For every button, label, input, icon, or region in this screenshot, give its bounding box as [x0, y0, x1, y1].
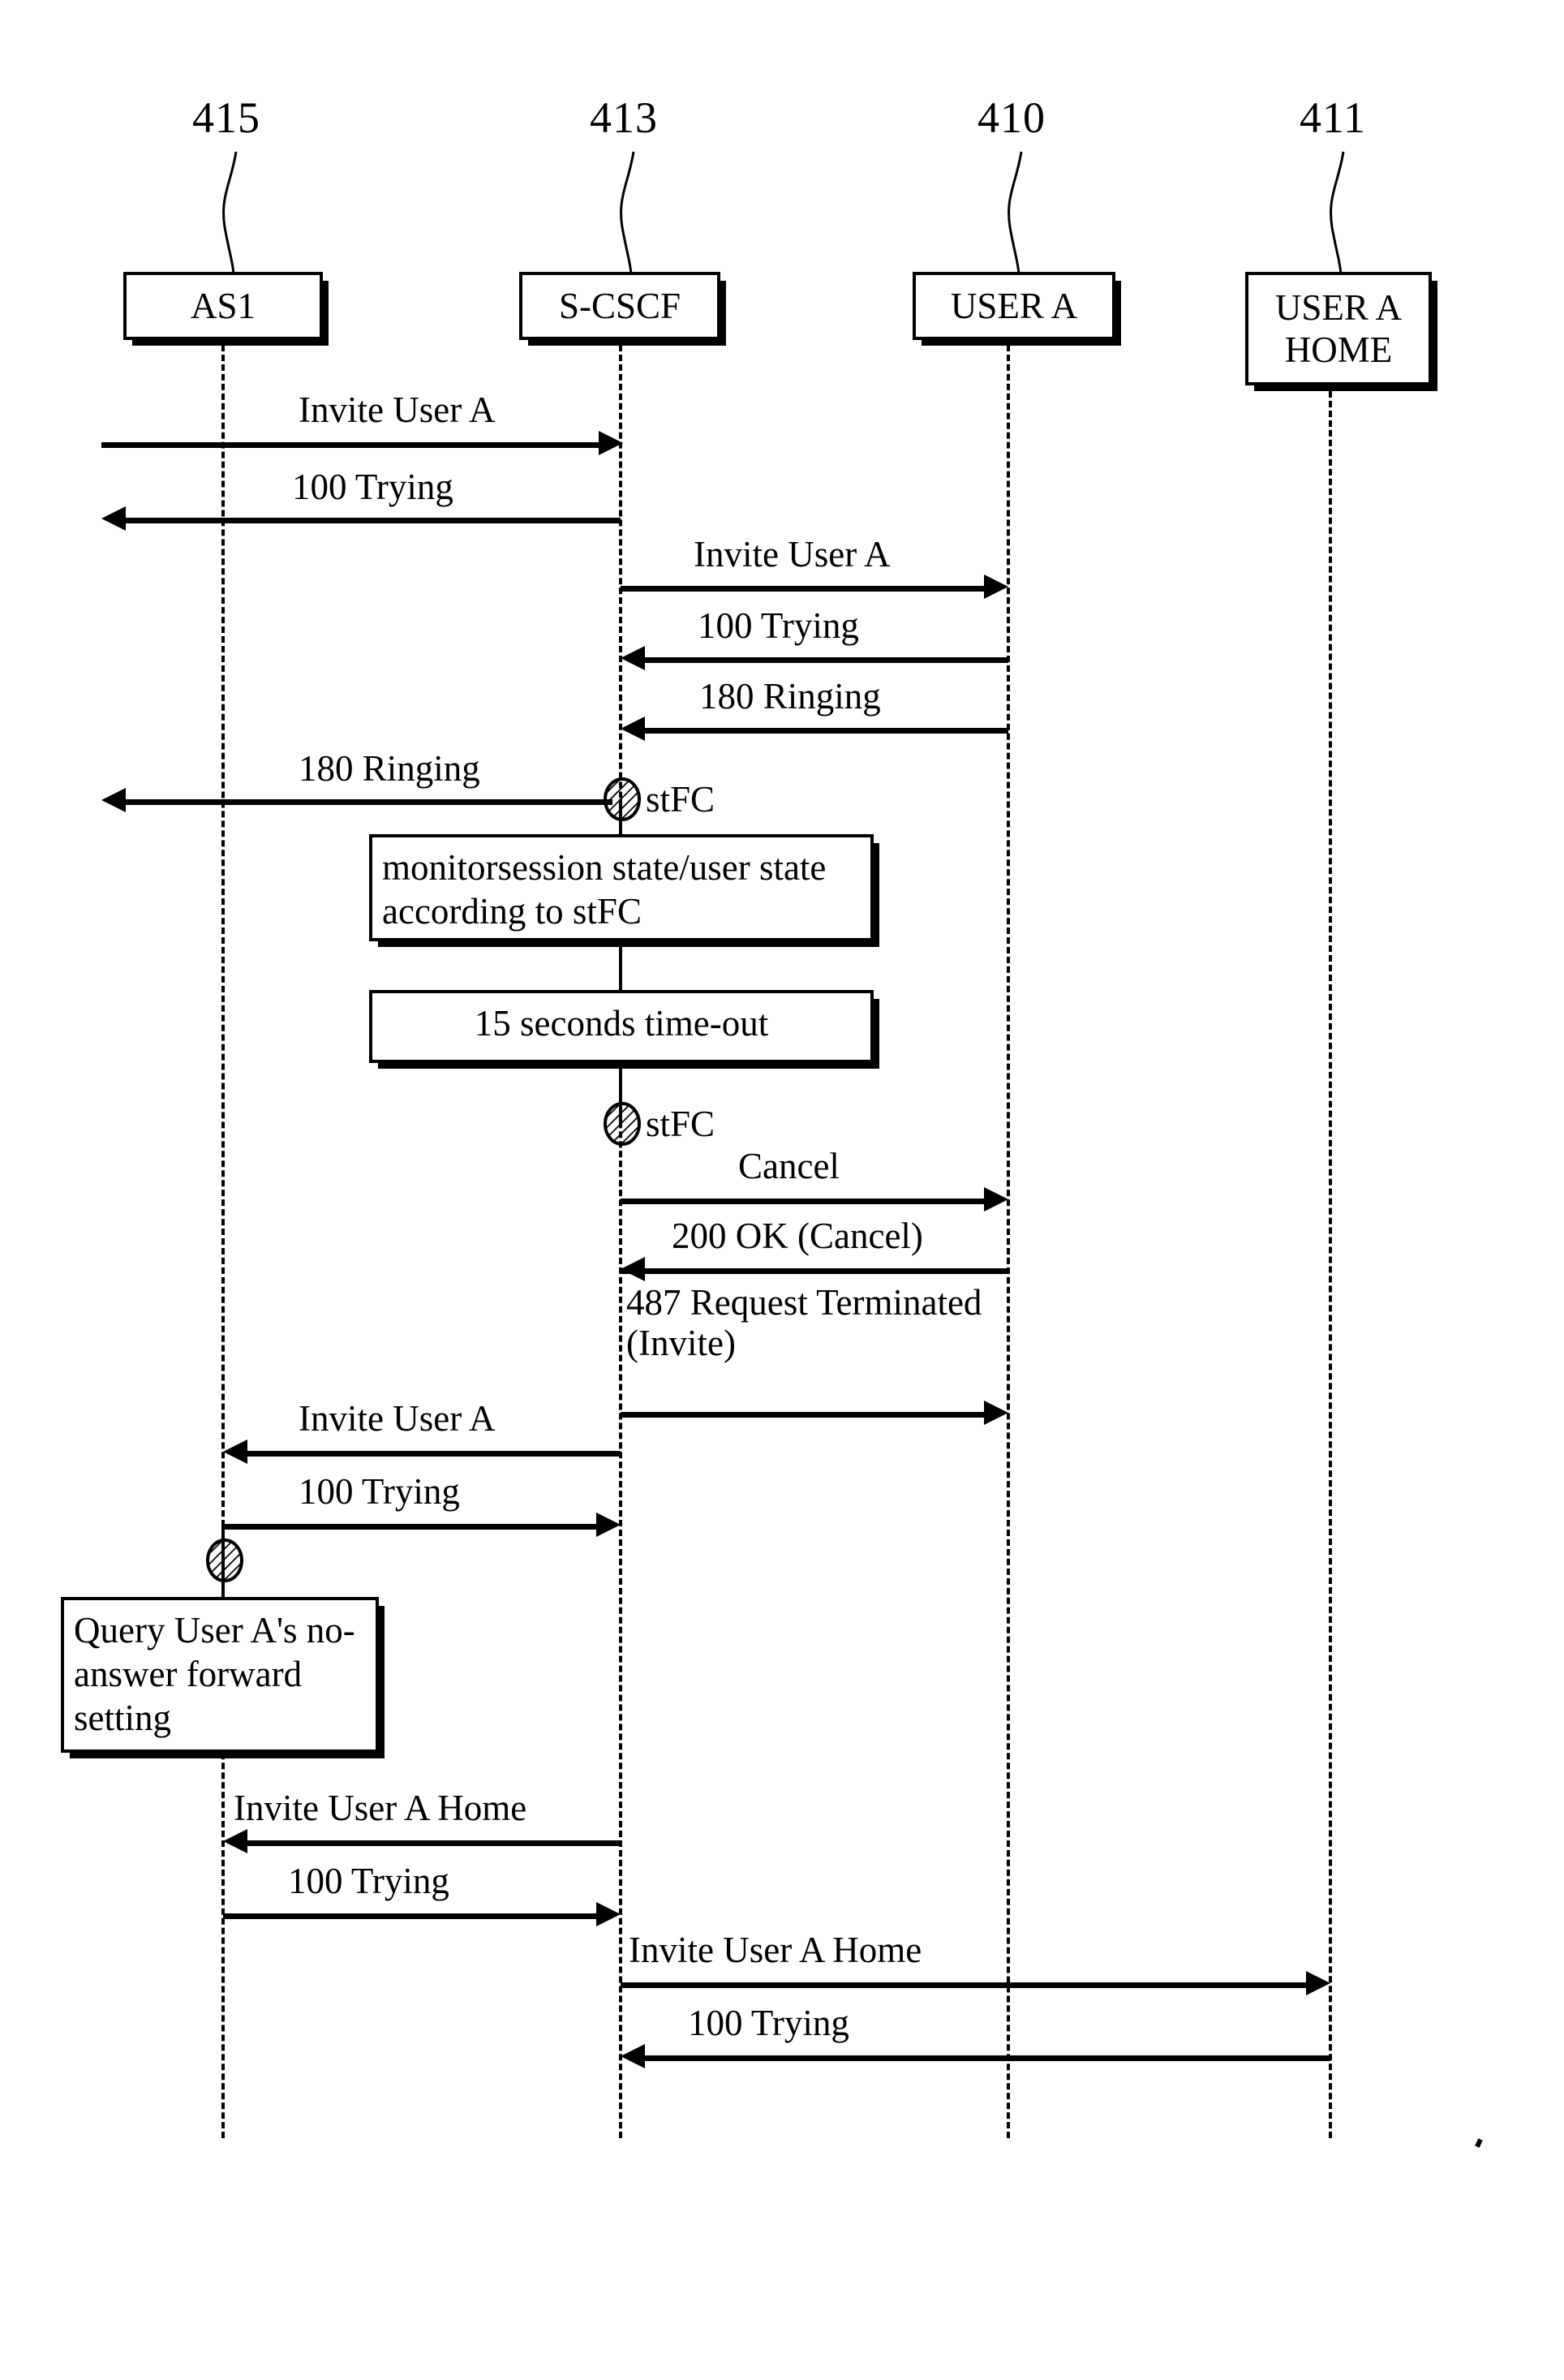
- message-label-8: 200 OK (Cancel): [672, 1216, 923, 1256]
- ref-number-410: 410: [978, 93, 1046, 142]
- message-label-13: 100 Trying: [288, 1861, 449, 1901]
- message-arrowhead-1: [599, 431, 623, 455]
- message-label-14: Invite User A Home: [629, 1930, 922, 1970]
- note-monitorsession: monitorsession state/user state accordin…: [369, 834, 874, 941]
- message-arrowhead-13: [596, 1902, 621, 1926]
- message-arrow-4: [645, 657, 1008, 663]
- message-label-1: Invite User A: [299, 389, 496, 430]
- lifeline-user-a-home: [1329, 391, 1332, 2138]
- leader-line-415: [222, 151, 238, 275]
- stfc-label-2: stFC: [646, 1104, 715, 1144]
- note-query-forward-setting: Query User A's no-answer forward setting: [61, 1597, 379, 1753]
- lifeline-user-a: [1007, 345, 1010, 2138]
- stfc-circle-icon-3: [206, 1539, 243, 1582]
- message-arrowhead-2: [101, 506, 126, 531]
- message-label-6: 180 Ringing: [299, 748, 480, 789]
- lifeline-s-cscf: [619, 345, 622, 2138]
- scan-speck: [1475, 2138, 1483, 2148]
- leader-line-411: [1330, 151, 1345, 275]
- actor-box-s-cscf[interactable]: S-CSCF: [519, 272, 720, 340]
- message-label-10: Invite User A: [299, 1398, 496, 1439]
- message-arrow-5: [645, 728, 1008, 734]
- message-label-11: 100 Trying: [299, 1471, 460, 1512]
- message-arrow-1: [101, 442, 600, 448]
- leader-line-410: [1008, 151, 1023, 275]
- message-arrow-9: [621, 1412, 984, 1418]
- message-label-7: Cancel: [738, 1146, 840, 1186]
- message-arrowhead-3: [984, 575, 1008, 599]
- message-label-2: 100 Trying: [292, 467, 453, 507]
- message-arrowhead-11: [596, 1513, 621, 1537]
- stfc-circle-icon-2: [604, 1102, 641, 1146]
- message-label-4: 100 Trying: [698, 605, 859, 646]
- message-arrow-10: [247, 1451, 621, 1457]
- message-arrowhead-10: [223, 1440, 247, 1464]
- message-arrowhead-4: [621, 646, 645, 670]
- message-arrow-2: [126, 518, 621, 523]
- actor-box-user-a-home[interactable]: USER A HOME: [1245, 272, 1432, 385]
- message-arrowhead-9: [984, 1401, 1008, 1425]
- message-arrow-14: [621, 1982, 1306, 1988]
- message-arrow-15: [645, 2055, 1330, 2061]
- actor-box-as1[interactable]: AS1: [123, 272, 323, 340]
- ref-number-411: 411: [1300, 93, 1366, 142]
- stfc-label-1: stFC: [646, 779, 715, 820]
- ref-number-415: 415: [192, 93, 260, 142]
- message-arrowhead-15: [621, 2044, 645, 2068]
- ref-number-413: 413: [590, 93, 658, 142]
- sequence-diagram-figure: 415 413 410 411 AS1 S-CSCF USER A USER A…: [0, 0, 1564, 2380]
- message-arrow-6: [126, 799, 612, 805]
- message-label-5: 180 Ringing: [699, 676, 881, 717]
- message-label-9: 487 Request Terminated (Invite): [626, 1282, 982, 1363]
- message-arrow-7: [621, 1199, 984, 1204]
- actor-box-user-a[interactable]: USER A: [913, 272, 1115, 340]
- message-arrowhead-12: [223, 1829, 247, 1853]
- message-arrowhead-8: [621, 1257, 645, 1281]
- message-arrowhead-5: [621, 717, 645, 741]
- message-arrow-13: [223, 1913, 596, 1919]
- message-arrow-11: [223, 1524, 596, 1530]
- message-arrowhead-7: [984, 1187, 1008, 1212]
- note-timeout: 15 seconds time-out: [369, 990, 874, 1063]
- message-label-15: 100 Trying: [688, 2003, 849, 2043]
- lifeline-segment-s-cscf-between-notes: [619, 937, 622, 994]
- message-label-3: Invite User A: [694, 534, 891, 575]
- message-label-12: Invite User A Home: [234, 1788, 527, 1828]
- message-arrow-8: [621, 1268, 1008, 1274]
- message-arrowhead-6: [101, 788, 126, 812]
- lifeline-as1: [221, 345, 225, 2138]
- stfc-circle-icon-1: [604, 777, 641, 821]
- message-arrowhead-14: [1306, 1971, 1330, 1995]
- leader-line-413: [620, 151, 635, 275]
- message-arrow-3: [621, 586, 984, 592]
- message-arrow-12: [247, 1840, 621, 1846]
